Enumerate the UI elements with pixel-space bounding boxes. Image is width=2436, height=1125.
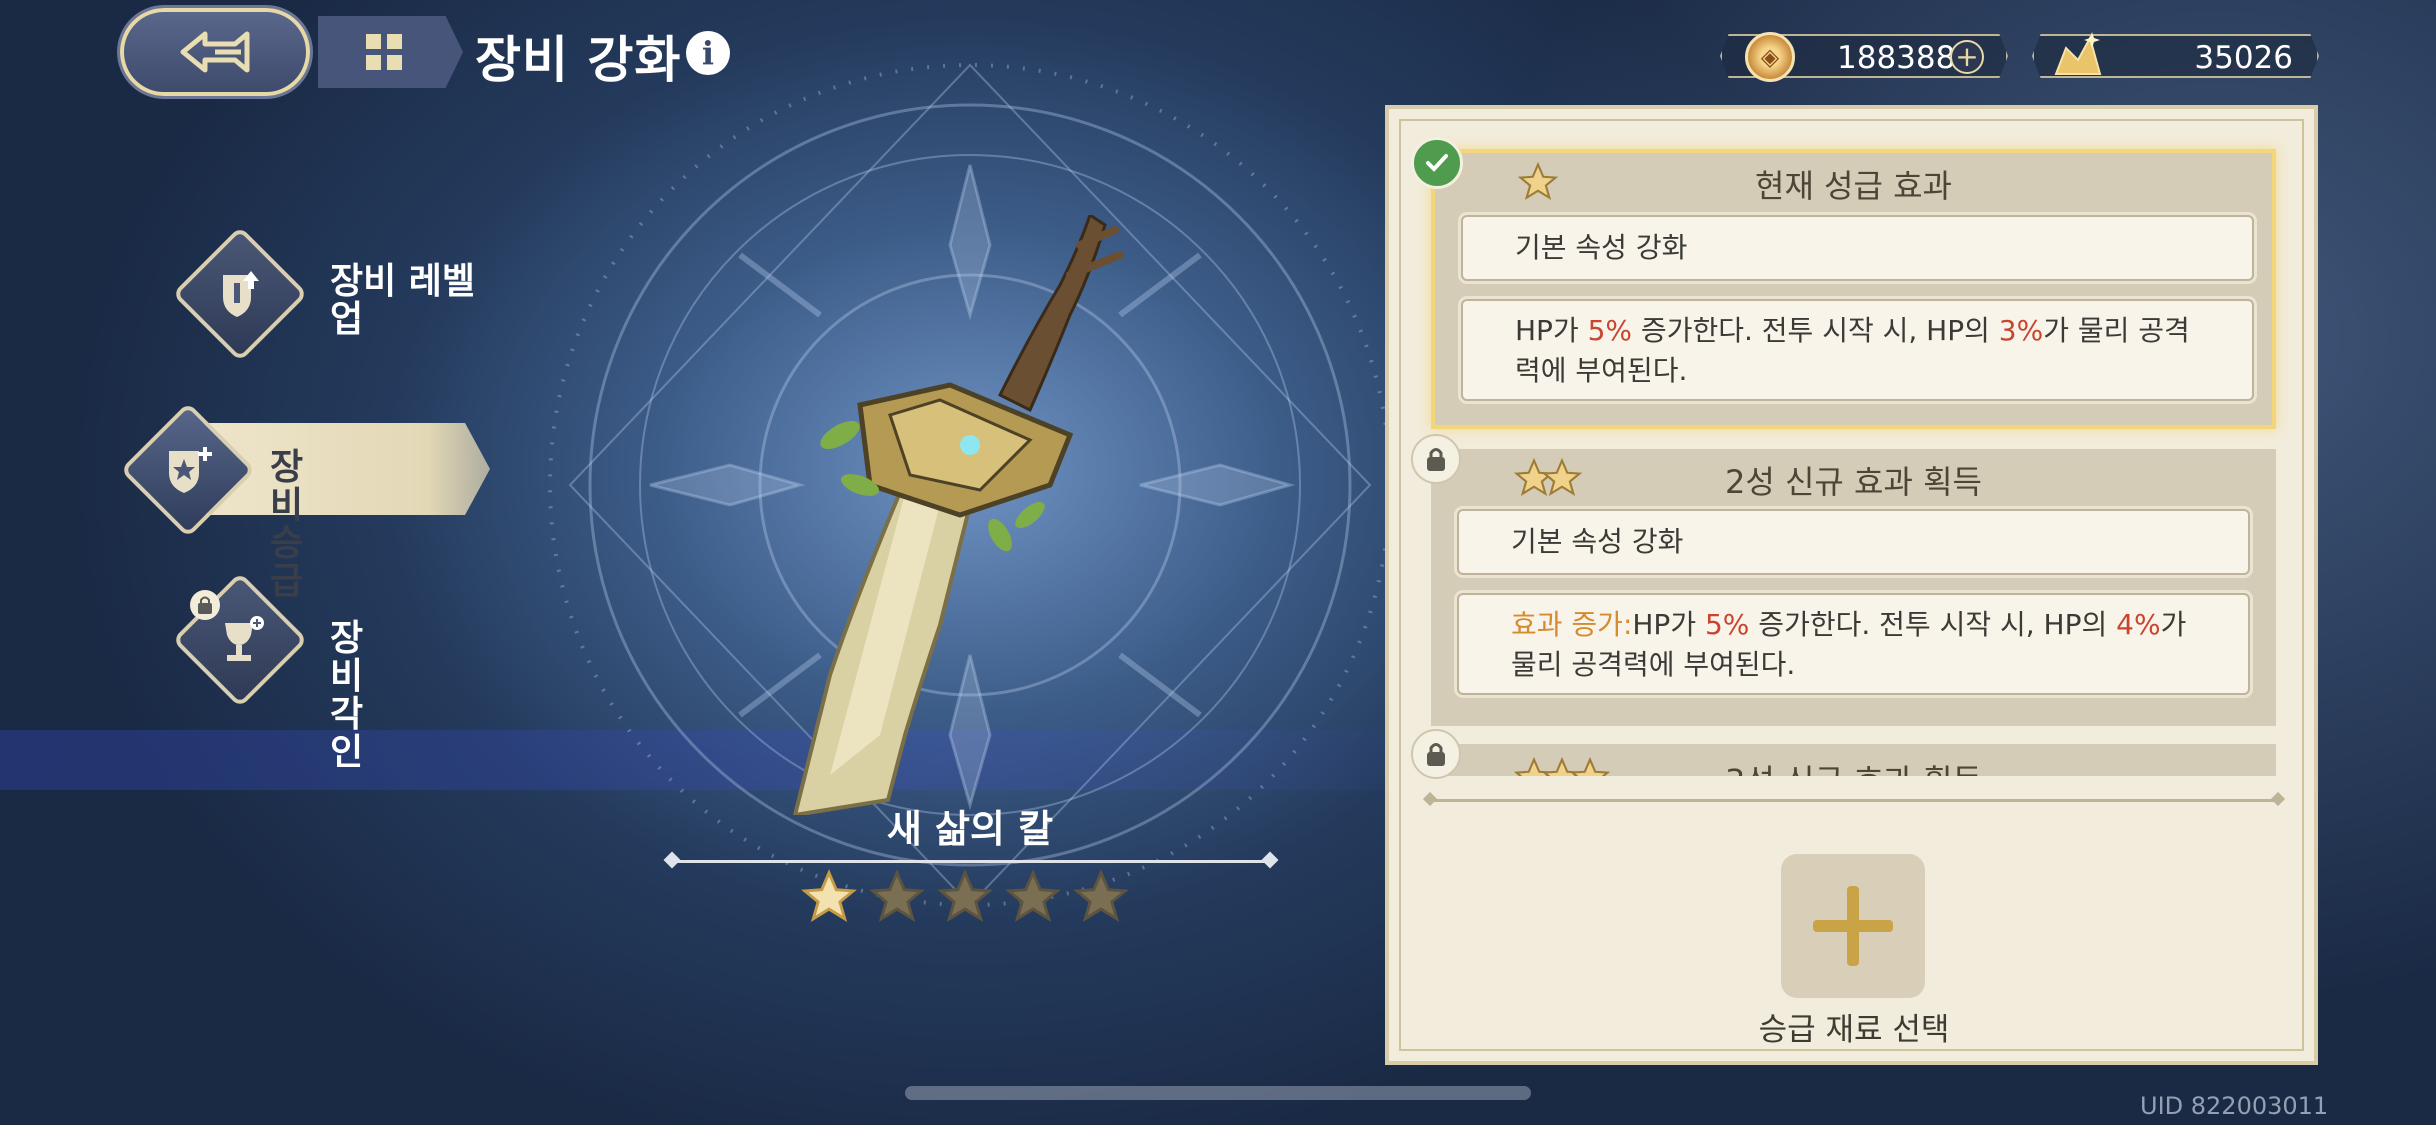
lock-icon bbox=[1411, 729, 1461, 779]
star-crystal-icon bbox=[2054, 32, 2102, 75]
add-gold-button[interactable]: + bbox=[1950, 40, 1984, 74]
weapon-sword-image bbox=[792, 215, 1124, 815]
effect-text: HP가 bbox=[1632, 608, 1705, 641]
effect-value: 5% bbox=[1704, 608, 1750, 641]
back-button[interactable] bbox=[120, 8, 310, 96]
effect-detail-line: HP가 5% 증가한다. 전투 시작 시, HP의 3%가 물리 공격력에 부여… bbox=[1461, 299, 2254, 401]
promote-shield-icon bbox=[169, 447, 212, 493]
star-filled-icon bbox=[801, 869, 857, 922]
active-check-icon bbox=[1411, 137, 1463, 189]
star-empty-icon bbox=[1005, 869, 1061, 922]
lock-icon bbox=[1411, 434, 1461, 484]
grid-menu-icon bbox=[365, 34, 402, 70]
star-empty-icon bbox=[937, 869, 993, 922]
effect-text: 증가한다. 전투 시작 시, HP의 bbox=[1632, 314, 1999, 347]
effects-panel: 현재 성급 효과 기본 속성 강화 HP가 5% 증가한다. 전투 시작 시, … bbox=[1385, 105, 2318, 1065]
weapon-name-divider bbox=[672, 860, 1270, 863]
effect-value: 3% bbox=[1998, 314, 2044, 347]
home-indicator[interactable] bbox=[905, 1086, 1531, 1100]
star-empty-icon bbox=[869, 869, 925, 922]
add-material-label: 승급 재료 선택 bbox=[1758, 1012, 1950, 1048]
effect-card-title: 2성 신규 효과 획득 bbox=[1725, 463, 1982, 501]
menu-item-level-up-frame bbox=[172, 226, 308, 362]
level-up-shield-icon bbox=[223, 271, 259, 317]
gold-currency-value: 188388 bbox=[1837, 40, 1956, 76]
effect-card-2star: 2성 신규 효과 획득 기본 속성 강화 효과 증가:HP가 5% 증가한다. … bbox=[1431, 449, 2276, 726]
panel-divider bbox=[1429, 799, 2279, 802]
user-id: UID 822003011 bbox=[2140, 1092, 2329, 1120]
effect-base-line: 기본 속성 강화 bbox=[1461, 215, 2254, 281]
gold-coin-icon: ◈ bbox=[1745, 32, 1795, 82]
effect-card-title: 현재 성급 효과 bbox=[1755, 167, 1952, 205]
engrave-chalice-icon bbox=[225, 616, 264, 661]
menu-item-level-up-label: 장비 레벨업 bbox=[330, 261, 476, 340]
menu-item-promote-label: 장비 승급 bbox=[270, 447, 304, 602]
star-currency-value: 35026 bbox=[2194, 40, 2293, 76]
menu-item-promote-frame bbox=[120, 402, 256, 538]
grid-menu-button[interactable] bbox=[318, 16, 463, 88]
add-material-button[interactable] bbox=[1781, 854, 1925, 998]
effect-text: 증가한다. 전투 시작 시, HP의 bbox=[1749, 608, 2117, 641]
menu-item-engrave-label: 장비 각인 bbox=[330, 618, 364, 773]
effect-detail-line: 효과 증가:HP가 5% 증가한다. 전투 시작 시, HP의 4%가 물리 공… bbox=[1457, 593, 2250, 695]
effect-card-current: 현재 성급 효과 기본 속성 강화 HP가 5% 증가한다. 전투 시작 시, … bbox=[1431, 149, 2276, 429]
plus-icon bbox=[1813, 886, 1893, 966]
effect-text: HP가 bbox=[1515, 314, 1588, 347]
effect-value: 4% bbox=[2116, 608, 2161, 641]
star-empty-icon bbox=[1073, 869, 1129, 922]
effect-prefix: 효과 증가: bbox=[1511, 608, 1633, 641]
effect-value: 5% bbox=[1587, 314, 1633, 347]
effect-card-title: 3성 신규 효과 획득 bbox=[1431, 756, 2276, 776]
weapon-star-rating bbox=[800, 868, 1140, 938]
weapon-name: 새 삶의 칼 bbox=[886, 807, 1054, 851]
engrave-lock-icon bbox=[190, 590, 220, 620]
effect-base-line: 기본 속성 강화 bbox=[1457, 509, 2250, 575]
back-arrow-icon bbox=[180, 31, 250, 73]
effect-card-3star: 3성 신규 효과 획득 bbox=[1431, 744, 2276, 776]
